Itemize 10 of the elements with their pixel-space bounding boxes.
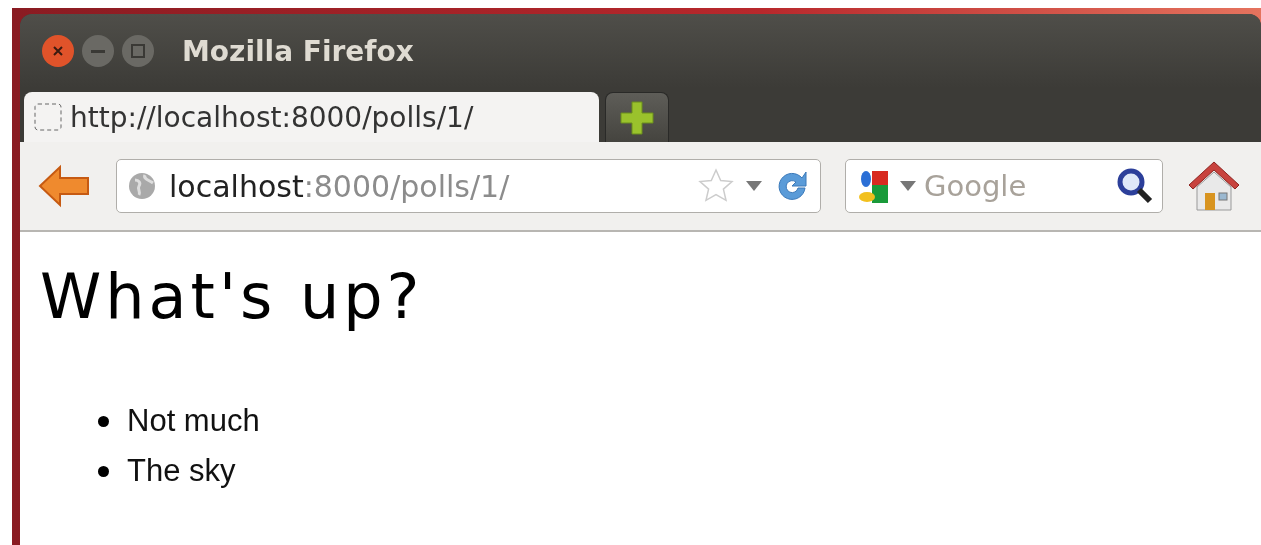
tab-title: http://localhost:8000/polls/1/ — [70, 100, 474, 134]
page-heading: What's up? — [40, 260, 425, 333]
window-title: Mozilla Firefox — [182, 34, 414, 68]
browser-tab[interactable]: http://localhost:8000/polls/1/ — [24, 92, 599, 142]
list-item: The sky — [127, 453, 236, 489]
search-field[interactable]: Google — [845, 159, 1163, 213]
url-host: localhost — [169, 168, 304, 204]
list-item: Not much — [127, 403, 260, 439]
address-bar[interactable]: localhost:8000/polls/1/ — [116, 159, 821, 213]
url-path: :8000/polls/1/ — [303, 168, 511, 204]
